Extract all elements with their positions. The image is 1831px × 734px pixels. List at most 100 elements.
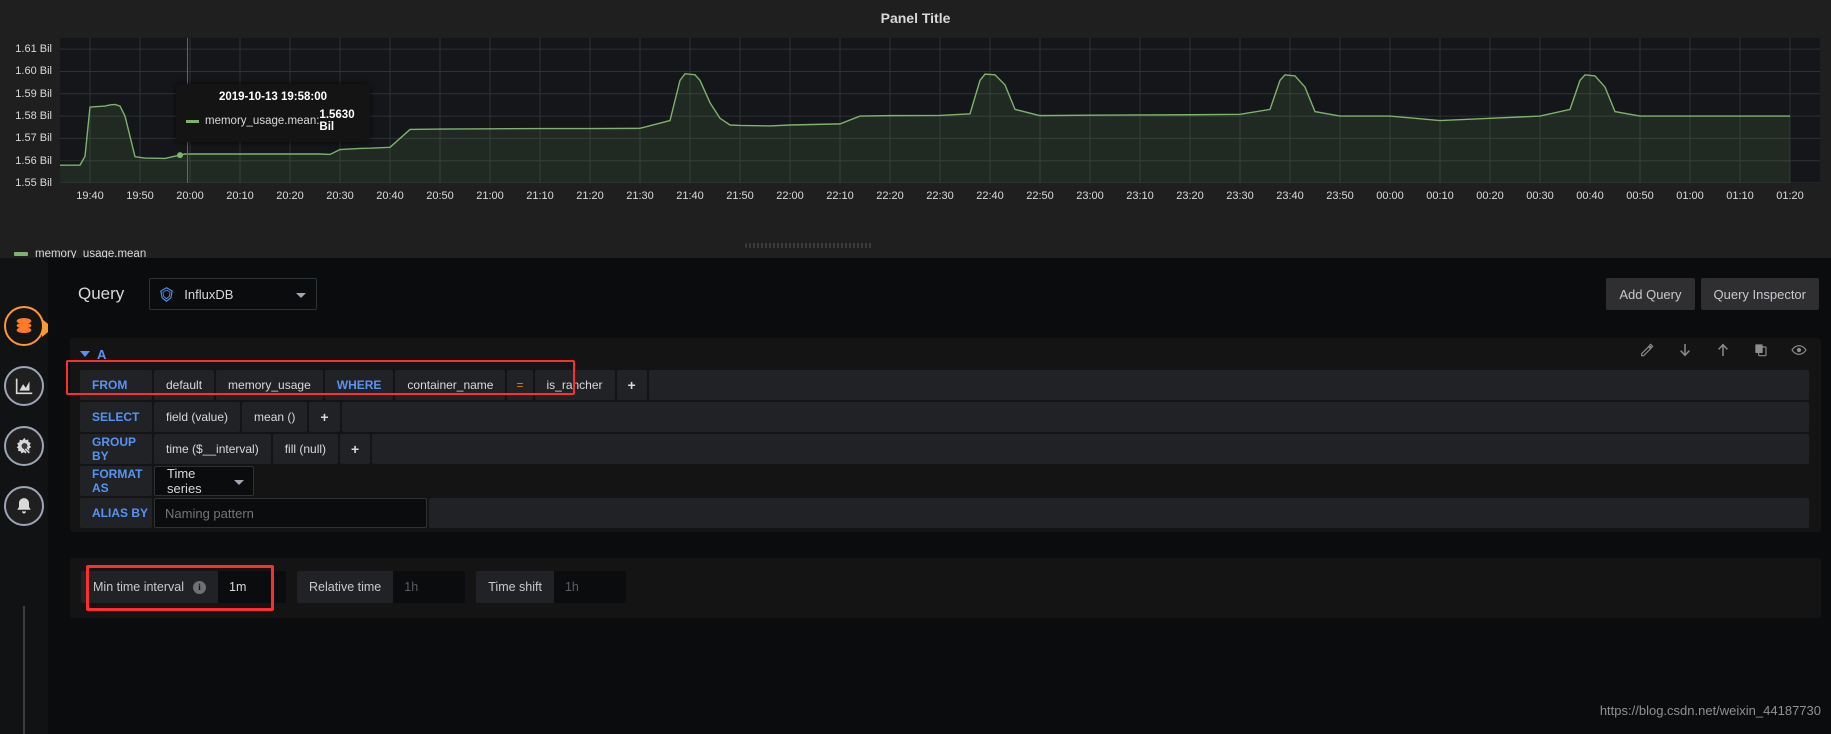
add-query-button[interactable]: Add Query bbox=[1606, 278, 1695, 310]
query-options-row: Min time interval i 1m Relative time 1h … bbox=[81, 571, 637, 603]
x-axis-tick: 21:00 bbox=[476, 190, 504, 202]
where-tag-segment[interactable]: container_name bbox=[395, 370, 506, 400]
x-axis-tick: 23:40 bbox=[1276, 190, 1304, 202]
tooltip: 2019-10-13 19:58:00 memory_usage.mean: 1… bbox=[176, 84, 370, 142]
y-axis-tick: 1.56 Bil bbox=[15, 154, 52, 167]
x-axis-tick: 23:00 bbox=[1076, 190, 1104, 202]
format-as-select[interactable]: Time series bbox=[154, 466, 254, 496]
sidebar-item-visualization[interactable] bbox=[4, 366, 44, 406]
x-axis-tick: 00:40 bbox=[1576, 190, 1604, 202]
query-row-a: A FROM default memory_usage WHERE contai… bbox=[70, 338, 1821, 532]
grafana-panel-editor: Panel Title 1.55 Bil 1.56 Bil 1.57 Bil 1.58… bbox=[0, 0, 1831, 734]
query-inspector-button[interactable]: Query Inspector bbox=[1700, 278, 1819, 310]
select-mean-segment[interactable]: mean () bbox=[242, 402, 308, 432]
select-row-filler bbox=[341, 402, 1809, 432]
x-axis-tick: 22:10 bbox=[826, 190, 854, 202]
add-where-button[interactable]: + bbox=[616, 370, 647, 400]
select-field-segment[interactable]: field (value) bbox=[154, 402, 241, 432]
x-axis-tick: 23:50 bbox=[1326, 190, 1354, 202]
format-as-label: FORMAT AS bbox=[80, 466, 152, 496]
query-row-header[interactable]: A bbox=[70, 338, 1821, 370]
move-up-icon[interactable] bbox=[1715, 342, 1731, 358]
x-axis-tick: 19:40 bbox=[76, 190, 104, 202]
x-axis-tick: 21:20 bbox=[576, 190, 604, 202]
x-axis-tick: 20:30 bbox=[326, 190, 354, 202]
x-axis-tick: 21:40 bbox=[676, 190, 704, 202]
add-select-button[interactable]: + bbox=[309, 402, 340, 432]
pencil-icon[interactable] bbox=[1639, 342, 1655, 358]
duplicate-icon[interactable] bbox=[1753, 342, 1769, 358]
alias-by-row-filler bbox=[429, 498, 1809, 528]
eye-icon[interactable] bbox=[1791, 342, 1807, 358]
page-title: Panel Title bbox=[880, 10, 951, 26]
sidebar-item-alert[interactable] bbox=[4, 486, 44, 526]
select-label: SELECT bbox=[80, 402, 152, 432]
tooltip-color-swatch bbox=[186, 119, 199, 123]
y-axis-tick: 1.57 Bil bbox=[15, 132, 52, 145]
where-operator-segment[interactable]: = bbox=[507, 370, 533, 400]
relative-time-input[interactable]: 1h bbox=[393, 571, 466, 603]
time-shift-input[interactable]: 1h bbox=[553, 571, 626, 603]
sidebar-item-queries[interactable] bbox=[4, 306, 53, 346]
y-axis-tick: 1.55 Bil bbox=[15, 177, 52, 189]
x-axis-tick: 00:20 bbox=[1476, 190, 1504, 202]
y-axis-labels: 1.55 Bil 1.56 Bil 1.57 Bil 1.58 Bil 1.59 Bil… bbox=[0, 38, 58, 189]
bell-icon bbox=[17, 498, 31, 514]
x-axis-tick: 00:10 bbox=[1426, 190, 1454, 202]
format-as-row-filler bbox=[256, 466, 1809, 496]
query-section-label: Query bbox=[78, 284, 125, 303]
x-axis-tick: 23:10 bbox=[1126, 190, 1154, 202]
relative-time-label: Relative time bbox=[297, 571, 394, 603]
query-options-block: Min time interval i 1m Relative time 1h … bbox=[70, 558, 1821, 618]
relative-time-group: Relative time 1h bbox=[297, 571, 466, 603]
x-axis-tick: 01:20 bbox=[1776, 190, 1804, 202]
query-ref-id: A bbox=[97, 346, 107, 362]
info-icon[interactable]: i bbox=[193, 580, 206, 594]
x-axis-tick: 23:30 bbox=[1226, 190, 1254, 202]
x-axis-tick: 22:30 bbox=[926, 190, 954, 202]
format-as-value: Time series bbox=[167, 466, 202, 496]
min-time-interval-input[interactable]: 1m bbox=[218, 571, 286, 603]
group-by-fill-segment[interactable]: fill (null) bbox=[272, 434, 339, 464]
x-axis-tick: 22:20 bbox=[876, 190, 904, 202]
group-by-row-filler bbox=[372, 434, 1809, 464]
add-group-by-button[interactable]: + bbox=[340, 434, 371, 464]
x-axis-labels: 19:40 19:50 20:00 20:10 20:20 20:30 20:40 20:50… bbox=[60, 190, 1820, 206]
panel-resize-handle[interactable] bbox=[745, 243, 873, 248]
datasource-name: InfluxDB bbox=[184, 286, 234, 302]
group-by-label: GROUP BY bbox=[80, 434, 152, 464]
chevron-down-icon bbox=[234, 480, 244, 485]
alias-by-input[interactable] bbox=[154, 498, 427, 528]
tooltip-series-row: memory_usage.mean: 1.5630 Bil bbox=[186, 109, 360, 133]
chevron-down-icon[interactable] bbox=[80, 351, 90, 357]
influxdb-icon bbox=[160, 286, 174, 302]
group-by-row: GROUP BY time ($__interval) fill (null) … bbox=[80, 434, 1811, 464]
x-axis-tick: 21:30 bbox=[626, 190, 654, 202]
y-axis-tick: 1.61 Bil bbox=[15, 43, 52, 56]
query-header: Query InfluxDB bbox=[78, 278, 318, 310]
from-policy-segment[interactable]: default bbox=[154, 370, 215, 400]
x-axis-tick: 22:40 bbox=[976, 190, 1004, 202]
query-builder: FROM default memory_usage WHERE containe… bbox=[80, 370, 1811, 528]
select-row: SELECT field (value) mean () + bbox=[80, 402, 1811, 432]
sidebar-item-general[interactable] bbox=[4, 426, 44, 466]
where-value-segment[interactable]: is_rancher bbox=[534, 370, 615, 400]
group-by-time-segment[interactable]: time ($__interval) bbox=[154, 434, 271, 464]
y-axis-tick: 1.60 Bil bbox=[15, 65, 52, 78]
x-axis-tick: 20:50 bbox=[426, 190, 454, 202]
y-axis-tick: 1.58 Bil bbox=[15, 110, 52, 123]
time-shift-label: Time shift bbox=[476, 571, 554, 603]
move-down-icon[interactable] bbox=[1677, 342, 1693, 358]
datasource-picker[interactable]: InfluxDB bbox=[149, 278, 318, 310]
query-toolbar: Add Query Query Inspector bbox=[1606, 278, 1819, 310]
x-axis-tick: 00:30 bbox=[1526, 190, 1554, 202]
tooltip-time: 2019-10-13 19:58:00 bbox=[218, 91, 328, 103]
x-axis-tick: 01:00 bbox=[1676, 190, 1704, 202]
chevron-down-icon bbox=[296, 293, 307, 298]
from-row-filler bbox=[648, 370, 1809, 400]
x-axis-tick: 20:00 bbox=[176, 190, 204, 202]
from-measurement-segment[interactable]: memory_usage bbox=[216, 370, 323, 400]
min-time-interval-group: Min time interval i 1m bbox=[81, 571, 286, 603]
graph-icon bbox=[15, 378, 33, 395]
y-axis-tick: 1.59 Bil bbox=[15, 87, 52, 100]
